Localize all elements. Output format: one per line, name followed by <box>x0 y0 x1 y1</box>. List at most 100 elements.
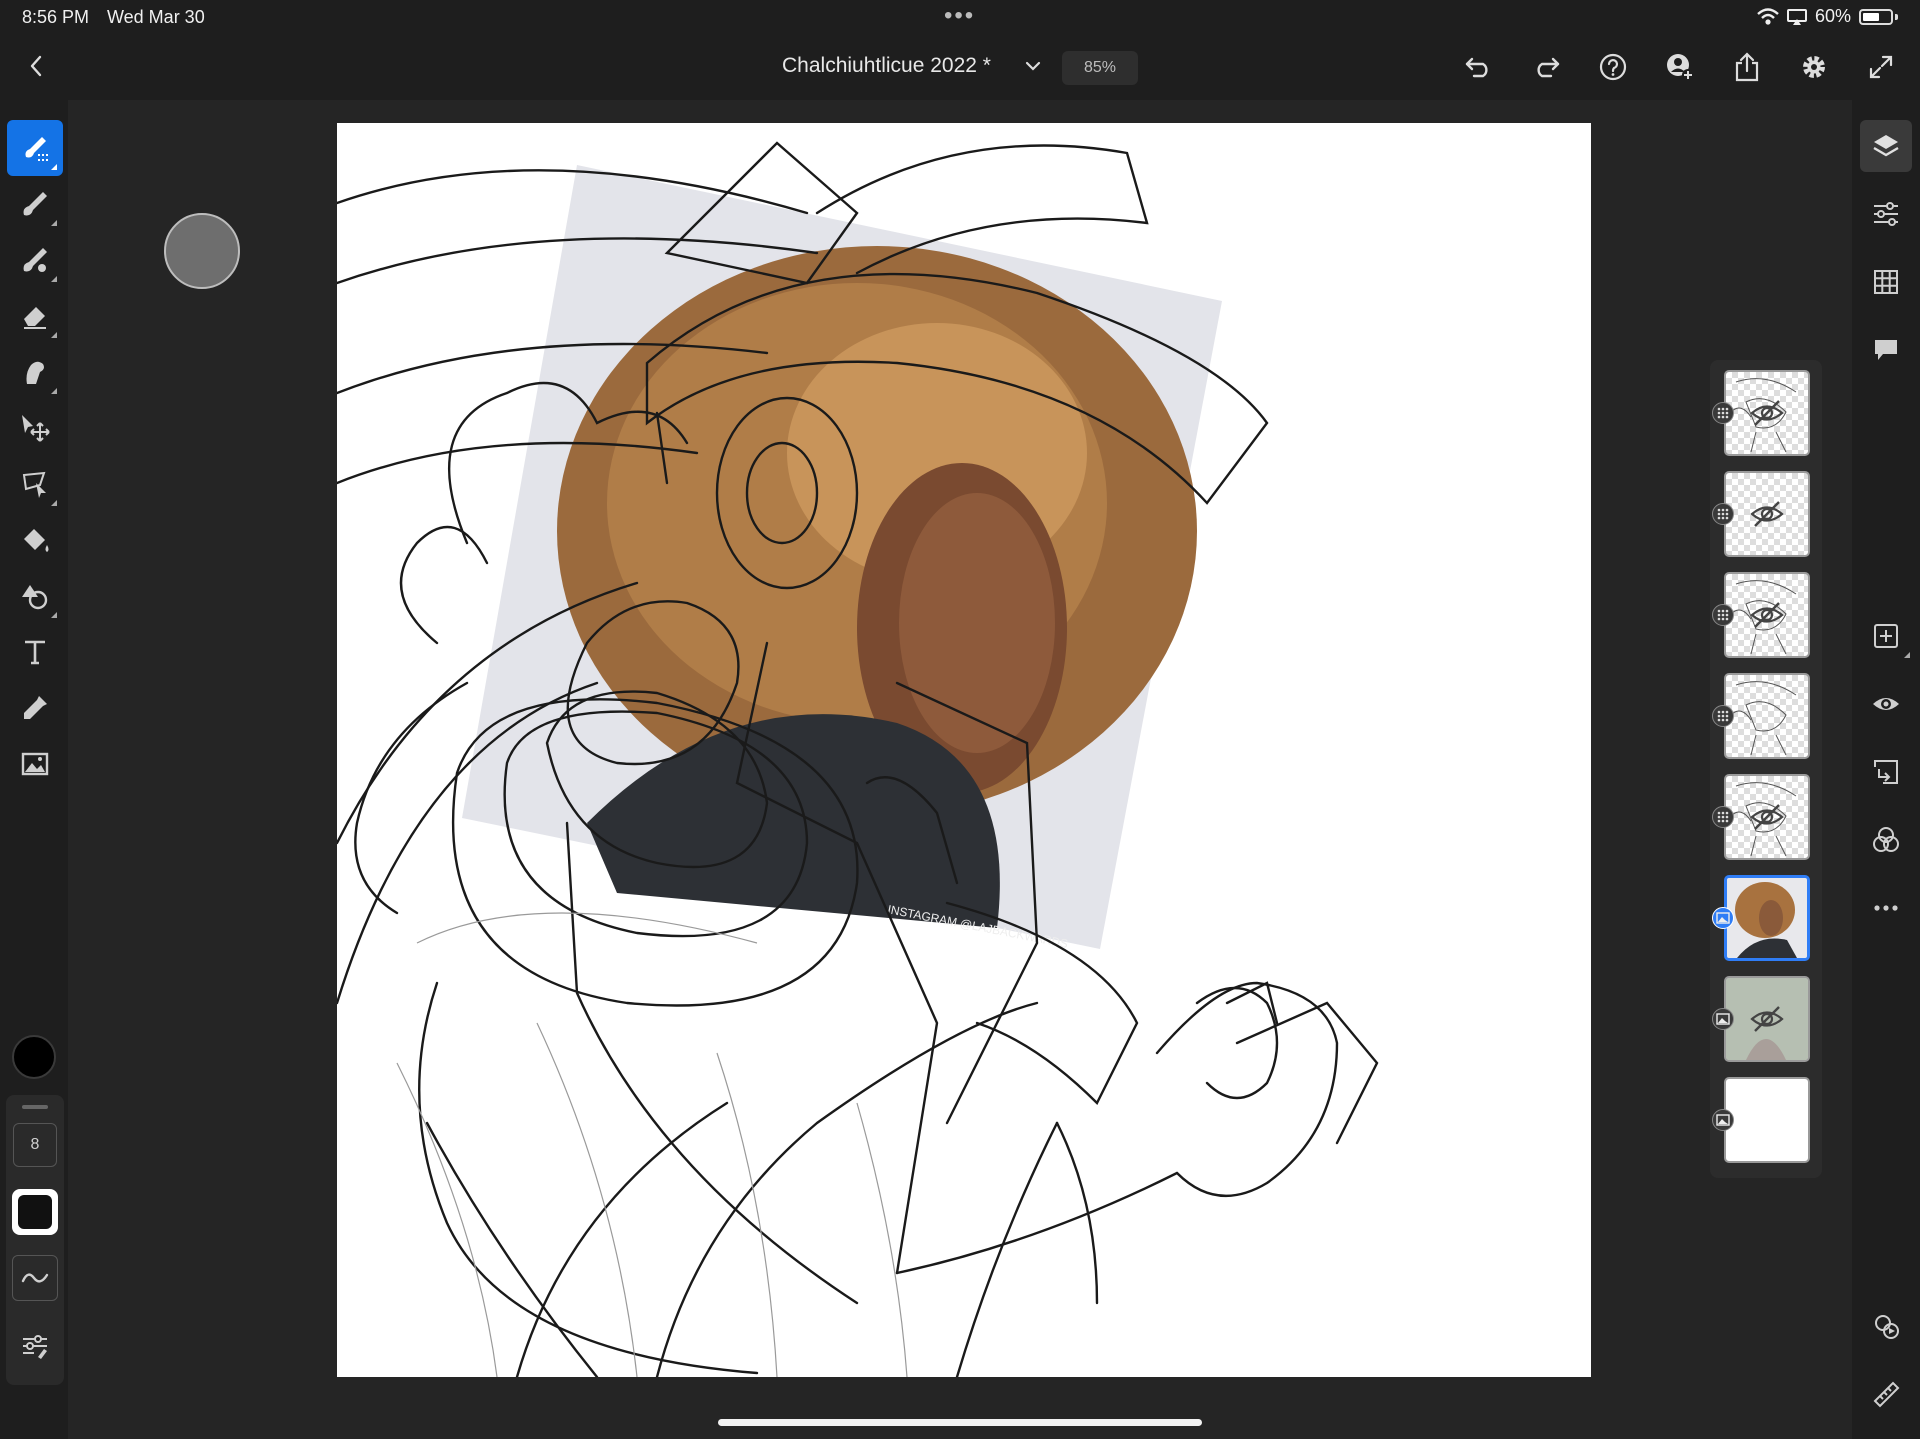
submenu-indicator <box>51 164 57 170</box>
pixel-layer-icon <box>1712 705 1734 727</box>
layer-thumbnail[interactable] <box>1724 370 1810 456</box>
eyedropper-icon <box>24 696 47 719</box>
title-dropdown-button[interactable] <box>1018 50 1048 82</box>
submenu-indicator <box>51 388 57 394</box>
layer-thumbnail[interactable] <box>1724 673 1810 759</box>
add-layer-icon <box>1874 624 1898 648</box>
eraser-tool[interactable] <box>7 288 63 344</box>
lasso-tool[interactable] <box>7 456 63 512</box>
more-icon <box>1874 905 1898 911</box>
battery-tip <box>1895 13 1898 20</box>
brush-tip-preview[interactable] <box>12 1189 58 1235</box>
fullscreen-icon <box>1869 55 1893 79</box>
eyedropper-tool[interactable] <box>7 680 63 736</box>
share-icon <box>1735 52 1759 82</box>
header-actions <box>1458 46 1902 88</box>
selection-brush-tool[interactable] <box>7 120 63 176</box>
image-layer-icon <box>1712 1008 1734 1030</box>
submenu-indicator <box>51 612 57 618</box>
screen-mirror-icon <box>1786 8 1807 25</box>
drawing-canvas[interactable]: INSTAGRAM @LAJBACKWARDS <box>337 123 1591 1377</box>
submenu-indicator <box>51 276 57 282</box>
visibility-button[interactable] <box>1860 678 1912 730</box>
document-title[interactable]: Chalchiuhtlicue 2022 * <box>782 54 991 78</box>
undo-button[interactable] <box>1458 46 1500 88</box>
grid-button[interactable] <box>1860 256 1912 308</box>
fill-tool[interactable] <box>7 512 63 568</box>
more-layer-options-button[interactable] <box>1860 882 1912 934</box>
share-button[interactable] <box>1726 46 1768 88</box>
blend-mode-icon <box>1873 827 1899 852</box>
battery-percent: 60% <box>1814 6 1851 26</box>
hidden-eye-icon <box>1750 602 1784 628</box>
comments-button[interactable] <box>1860 324 1912 376</box>
adjustments-button[interactable] <box>1860 188 1912 240</box>
brush-opacity-indicator[interactable] <box>164 213 240 289</box>
merge-down-button[interactable] <box>1860 746 1912 798</box>
livestream-icon <box>1875 1315 1899 1339</box>
redo-button[interactable] <box>1525 46 1567 88</box>
submenu-indicator <box>51 500 57 506</box>
fullscreen-button[interactable] <box>1860 46 1902 88</box>
back-button[interactable] <box>18 46 54 86</box>
hidden-eye-icon <box>1750 1006 1784 1032</box>
home-indicator[interactable] <box>718 1419 1202 1426</box>
multitask-dots-icon[interactable]: ••• <box>944 2 975 30</box>
smudge-tool[interactable] <box>7 344 63 400</box>
comments-icon <box>1875 340 1897 360</box>
hidden-eye-icon <box>1750 804 1784 830</box>
battery-fill <box>1863 12 1879 21</box>
text-tool[interactable] <box>7 624 63 680</box>
hidden-eye-icon <box>1750 400 1784 426</box>
reference-photo: INSTAGRAM @LAJBACKWARDS <box>462 165 1222 951</box>
smudge-icon <box>26 361 44 384</box>
submenu-indicator <box>51 332 57 338</box>
add-layer-button[interactable] <box>1860 610 1912 662</box>
zoom-level[interactable]: 85% <box>1062 51 1138 85</box>
shape-icon <box>22 585 48 610</box>
layer-thumbnail[interactable] <box>1724 471 1810 557</box>
blend-mode-button[interactable] <box>1860 814 1912 866</box>
canvas-artwork: INSTAGRAM @LAJBACKWARDS <box>337 141 1379 1377</box>
paint-brush-tool[interactable] <box>7 176 63 232</box>
faint-sketch-lines <box>396 912 908 1377</box>
grid-icon <box>1874 270 1898 294</box>
livestream-button[interactable] <box>1860 1300 1912 1352</box>
right-toolbar <box>1852 100 1920 1439</box>
image-layer-icon <box>1712 907 1734 929</box>
layer-thumbnail[interactable] <box>1724 1077 1810 1163</box>
pixel-layer-icon <box>1712 503 1734 525</box>
blend-brush-tool[interactable] <box>7 232 63 288</box>
settings-button[interactable] <box>1793 46 1835 88</box>
invite-user-icon <box>1667 54 1694 81</box>
pixel-layer-icon <box>1712 806 1734 828</box>
brush-settings-button[interactable] <box>12 1323 58 1369</box>
move-transform-tool[interactable] <box>7 400 63 456</box>
smoothing-button[interactable] <box>12 1255 58 1301</box>
layer-thumbnail[interactable] <box>1724 774 1810 860</box>
paint-brush-icon <box>23 192 47 216</box>
eraser-icon <box>24 307 46 329</box>
help-button[interactable] <box>1592 46 1634 88</box>
layer-thumbnail[interactable] <box>1724 976 1810 1062</box>
invite-button[interactable] <box>1659 46 1701 88</box>
blend-brush-icon <box>23 248 47 272</box>
chevron-left-icon <box>30 55 42 77</box>
tool-properties-panel: 8 <box>6 1095 64 1385</box>
layer-thumbnail[interactable] <box>1724 572 1810 658</box>
shape-tool[interactable] <box>7 568 63 624</box>
ruler-button[interactable] <box>1860 1368 1912 1420</box>
place-image-tool[interactable] <box>7 736 63 792</box>
panel-grip[interactable] <box>22 1105 48 1109</box>
selection-brush-icon <box>25 137 48 161</box>
visibility-icon <box>1873 698 1899 710</box>
layer-thumbnail[interactable] <box>1724 875 1810 961</box>
status-bar: 8:56 PM Wed Mar 30 ••• 60% <box>0 0 1920 34</box>
brush-size-field[interactable]: 8 <box>13 1123 57 1167</box>
left-toolbar: 8 <box>0 100 68 1439</box>
image-layer-icon <box>1712 1109 1734 1131</box>
status-time: 8:56 PM <box>22 7 90 27</box>
color-swatch[interactable] <box>12 1035 56 1079</box>
layers-button[interactable] <box>1860 120 1912 172</box>
layers-panel <box>1710 360 1822 1178</box>
